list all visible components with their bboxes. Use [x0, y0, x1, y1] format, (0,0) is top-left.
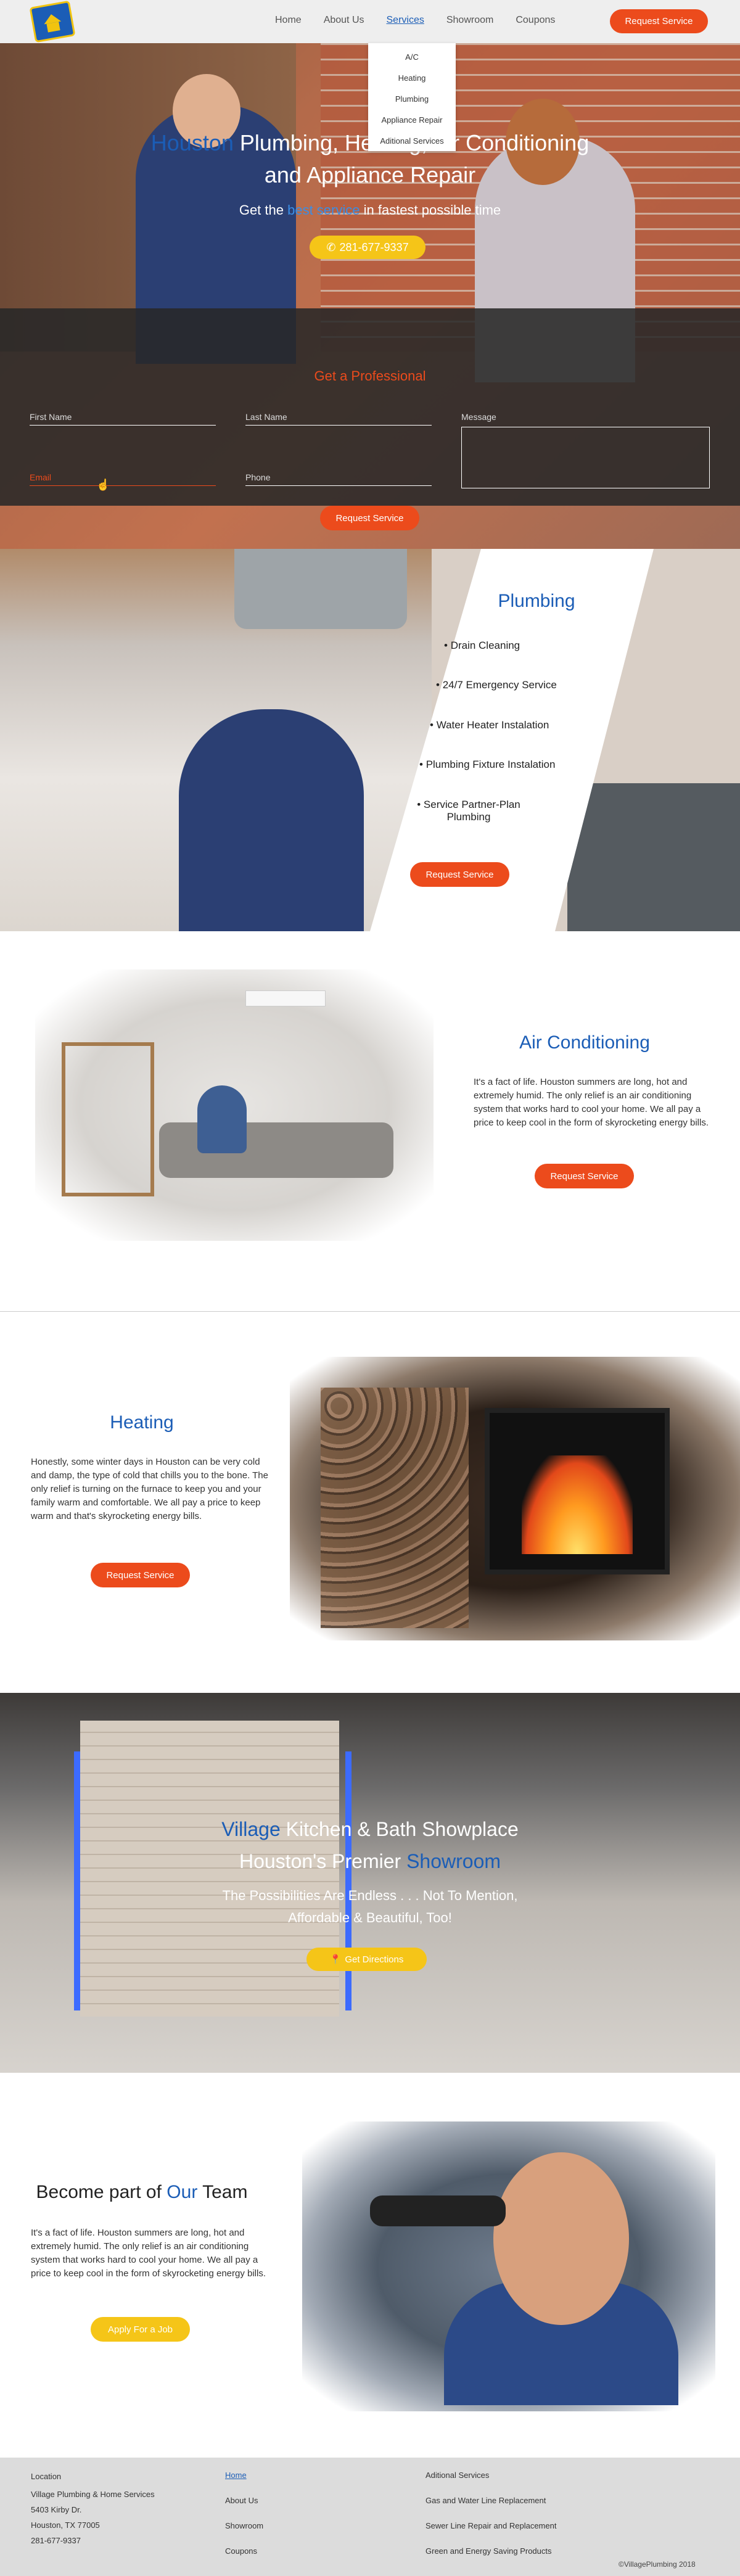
page: Home About Us Services Showroom Coupons … — [0, 0, 740, 2576]
apply-for-job-button[interactable]: Apply For a Job — [91, 2317, 190, 2342]
sink-image — [234, 549, 407, 629]
showroom-title: Village Kitchen & Bath Showplace Houston… — [221, 1818, 519, 1872]
footer-links: Home About Us Showroom Coupons — [225, 2471, 263, 2564]
footer-additional-title: Aditional Services — [426, 2471, 490, 2480]
form-title: Get a Professional — [314, 368, 426, 384]
relaxing-person-image — [197, 1085, 247, 1153]
plumbing-item: • Water Heater Instalation — [430, 719, 549, 731]
firewood-image — [321, 1388, 469, 1628]
team-description: It's a fact of life. Houston summers are… — [31, 2228, 266, 2279]
heating-request-service-button[interactable]: Request Service — [91, 1563, 190, 1587]
fire-image — [522, 1455, 633, 1554]
nav-about-us[interactable]: About Us — [313, 15, 376, 26]
nav-home[interactable]: Home — [264, 15, 313, 26]
header-request-service-button[interactable]: Request Service — [610, 9, 708, 33]
mouse-cursor-icon: ☝ — [96, 479, 110, 491]
sofa-image — [159, 1122, 393, 1178]
team-title: Become part of Our Team — [36, 2182, 248, 2202]
dropdown-item-plumbing[interactable]: Plumbing — [368, 89, 456, 110]
nav-services[interactable]: Services — [376, 15, 435, 26]
footer-service-link[interactable]: Gas and Water Line Replacement — [426, 2496, 556, 2505]
footer-link-home[interactable]: Home — [225, 2471, 263, 2480]
plumbing-item: • Service Partner-Plan Plumbing — [417, 799, 520, 823]
location-pin-icon: 📍 — [329, 1954, 342, 1965]
footer-location-title: Location — [31, 2472, 62, 2481]
village-plumbing-logo[interactable] — [29, 0, 76, 43]
footer-link-coupons[interactable]: Coupons — [225, 2546, 263, 2556]
plumbing-item: • Plumbing Fixture Instalation — [419, 759, 556, 770]
dropdown-item-heating[interactable]: Heating — [368, 68, 456, 89]
shelf-image — [62, 1042, 154, 1196]
hero-phone-button[interactable]: ✆ 281-677-9337 — [310, 236, 426, 259]
nav-showroom[interactable]: Showroom — [435, 15, 504, 26]
ac-request-service-button[interactable]: Request Service — [535, 1164, 634, 1188]
hero-subtitle: Get the best service in fastest possible… — [239, 202, 501, 218]
message-label: Message — [461, 412, 496, 422]
ac-title: Air Conditioning — [519, 1032, 650, 1053]
main-nav: Home About Us Services Showroom Coupons — [264, 15, 566, 26]
plumber-image — [179, 709, 364, 931]
site-header: Home About Us Services Showroom Coupons … — [0, 0, 740, 43]
footer-service-link[interactable]: Green and Energy Saving Products — [426, 2546, 556, 2556]
get-directions-button[interactable]: 📍 Get Directions — [306, 1948, 427, 1971]
services-dropdown: A/C Heating Plumbing Appliance Repair Ad… — [368, 43, 456, 151]
footer-link-about-us[interactable]: About Us — [225, 2496, 263, 2505]
phone-field[interactable]: Phone — [245, 472, 432, 486]
plumbing-item: • Drain Cleaning — [444, 640, 520, 651]
first-name-field[interactable]: First Name — [30, 412, 216, 426]
footer-additional-services: Aditional Services Gas and Water Line Re… — [426, 2471, 556, 2564]
dropdown-item-appliance-repair[interactable]: Appliance Repair — [368, 110, 456, 131]
phone-icon: ✆ — [326, 241, 336, 253]
plumbing-title: Plumbing — [498, 591, 575, 611]
ac-description: It's a fact of life. Houston summers are… — [474, 1077, 709, 1128]
showroom-subtitle: The Possibilities Are Endless . . . Not … — [222, 1888, 518, 1925]
footer-link-showroom[interactable]: Showroom — [225, 2521, 263, 2530]
nav-coupons[interactable]: Coupons — [504, 15, 566, 26]
email-field[interactable]: Email — [30, 472, 216, 486]
dropdown-item-ac[interactable]: A/C — [368, 47, 456, 68]
ac-unit-image — [245, 990, 326, 1006]
section-divider — [0, 1311, 740, 1312]
toolbox-image — [567, 783, 740, 931]
last-name-field[interactable]: Last Name — [245, 412, 432, 426]
dropdown-item-additional-services[interactable]: Aditional Services — [368, 131, 456, 152]
message-field[interactable] — [461, 427, 710, 488]
footer-copyright: ©VillagePlumbing 2018 — [619, 2560, 696, 2569]
pipe-image — [370, 2195, 506, 2226]
plumbing-item: • 24/7 Emergency Service — [436, 679, 557, 691]
heating-description: Honestly, some winter days in Houston ca… — [31, 1457, 268, 1521]
footer-location: Location Village Plumbing & Home Service… — [31, 2472, 155, 2545]
plumbing-request-service-button[interactable]: Request Service — [410, 862, 509, 887]
footer-service-link[interactable]: Sewer Line Repair and Replacement — [426, 2521, 556, 2530]
form-request-service-button[interactable]: Request Service — [320, 506, 419, 530]
heating-title: Heating — [110, 1412, 174, 1433]
plumbing-section — [0, 549, 740, 931]
